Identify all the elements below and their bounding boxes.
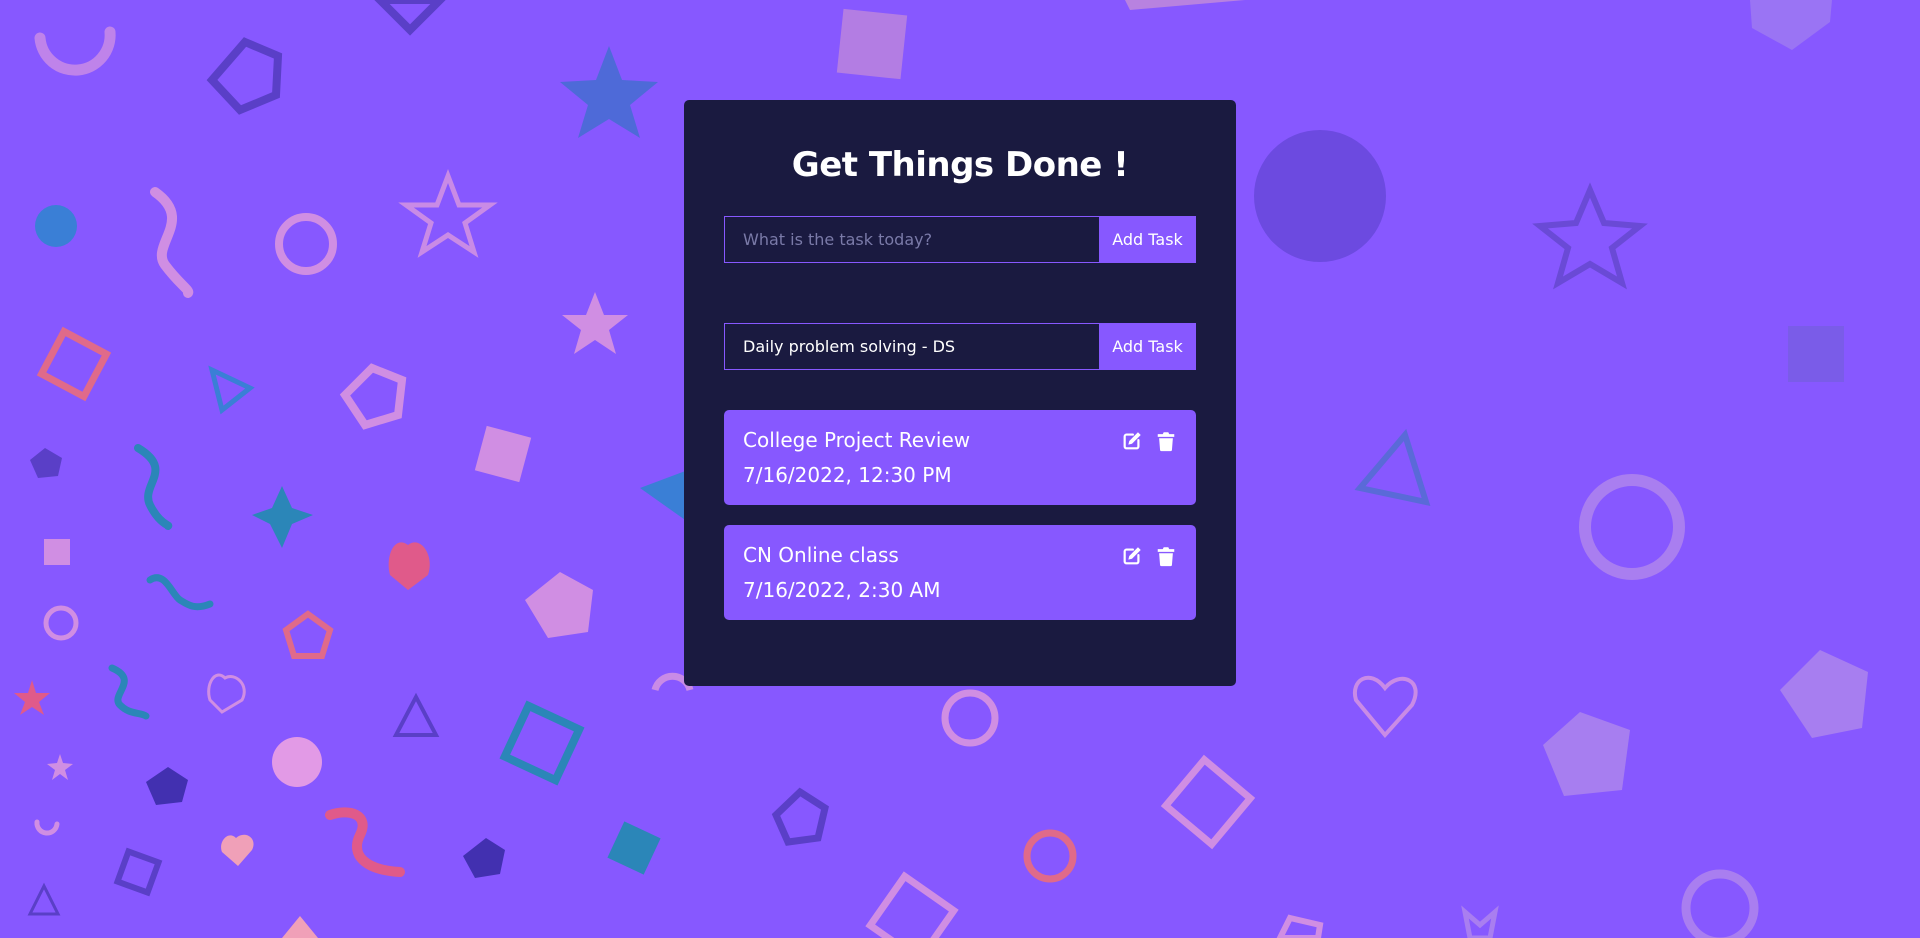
edit-task-form: Add Task [724, 323, 1196, 370]
todo-title: College Project Review [743, 428, 971, 452]
update-task-button[interactable]: Add Task [1099, 323, 1196, 370]
edit-icon[interactable] [1121, 430, 1143, 452]
todo-card: Get Things Done ! Add Task Add Task Coll… [684, 100, 1236, 686]
trash-icon[interactable] [1155, 430, 1177, 452]
new-task-input[interactable] [724, 216, 1099, 263]
todo-actions [1121, 430, 1177, 452]
edit-task-input[interactable] [724, 323, 1099, 370]
todo-item: College Project Review 7/16/2022, 12:30 … [724, 410, 1196, 505]
todo-datetime: 7/16/2022, 2:30 AM [743, 578, 941, 602]
todo-actions [1121, 545, 1177, 567]
todo-item: CN Online class 7/16/2022, 2:30 AM [724, 525, 1196, 620]
edit-icon[interactable] [1121, 545, 1143, 567]
add-task-button[interactable]: Add Task [1099, 216, 1196, 263]
trash-icon[interactable] [1155, 545, 1177, 567]
todo-title: CN Online class [743, 543, 899, 567]
new-task-form: Add Task [724, 216, 1196, 263]
todo-datetime: 7/16/2022, 12:30 PM [743, 463, 952, 487]
page-title: Get Things Done ! [791, 145, 1129, 185]
